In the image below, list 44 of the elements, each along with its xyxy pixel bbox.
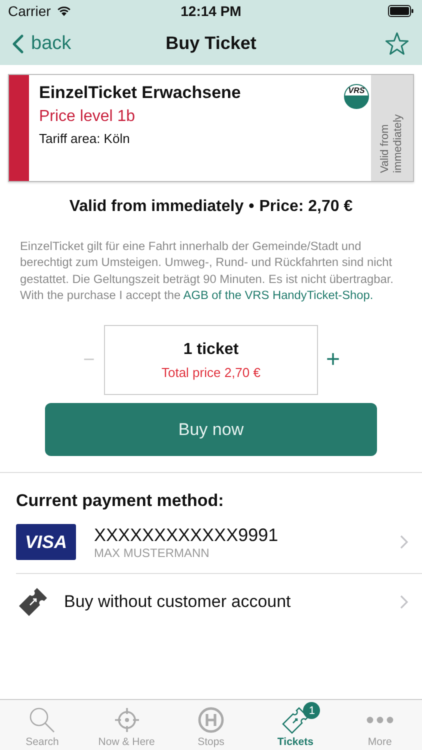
validity-label: Valid from immediately [379,113,405,173]
tariff-area: Tariff area: Köln [39,131,361,146]
back-button[interactable]: back [12,32,72,54]
price-level: Price level 1b [39,108,136,126]
payment-heading: Current payment method: [16,491,225,512]
chevron-left-icon [12,34,24,54]
terms-text: With the purchase I accept the AGB of the VRS HandyTicket-Shop. [20,286,374,304]
clock-time: 12:14 PM [180,3,242,19]
carrier-label: Carrier [8,3,51,19]
total-price: Total price 2,70 € [161,364,260,380]
guest-purchase-label: Buy without customer account [64,592,291,612]
bullet-separator: • [248,198,254,216]
tab-bar-item[interactable]: 1 Tickets [253,700,338,750]
tab-bar-item[interactable]: Now & Here [84,700,169,750]
star-icon[interactable] [384,30,410,56]
ticket-icon [17,586,49,618]
wifi-icon [56,5,72,17]
notification-badge: 1 [303,702,320,719]
tab-bar-item[interactable]: Stops [168,700,254,750]
buy-now-button[interactable]: Buy now [45,403,377,456]
stop-icon [197,706,226,734]
ticket-icon [280,706,310,734]
terms-link[interactable]: AGB of the VRS HandyTicket-Shop. [183,288,374,302]
price-text: Price: 2,70 € [259,198,353,216]
battery-icon [388,5,414,17]
chevron-right-icon [400,535,408,550]
more-icon [366,716,394,724]
cardholder-name: MAX MUSTERMANN [94,546,210,560]
card-number: XXXXXXXXXXXX9991 [94,524,278,546]
chevron-right-icon [400,595,408,610]
payment-option[interactable]: VISA XXXXXXXXXXXX9991 MAX MUSTERMANN [16,511,422,574]
screen-title: Buy Ticket [166,33,256,54]
payment-option[interactable]: Buy without customer account [16,573,422,630]
tab-bar-item[interactable]: Search [0,700,84,750]
ticket-name: EinzelTicket Erwachsene [39,83,241,103]
visa-logo: VISA [16,524,76,560]
ticket-count: 1 ticket [183,340,239,359]
ticket-description: EinzelTicket gilt für eine Fahrt innerhalb der Gemeinde/Stadt und berechtigt zum Umsteigen. Umweg-, Rund- und Rückfahrten sind nicht gestattet. Die Geltungszeit beträgt 90 Minuten. Es ist nicht übertragbar. [20,238,394,287]
crosshair-icon [112,706,141,734]
tab-bar-item[interactable]: More [338,700,422,750]
vrs-logo: VRS [344,84,369,109]
increase-button[interactable]: + [318,346,348,374]
validity-text: Valid from immediately [69,198,244,216]
search-icon [28,706,56,734]
